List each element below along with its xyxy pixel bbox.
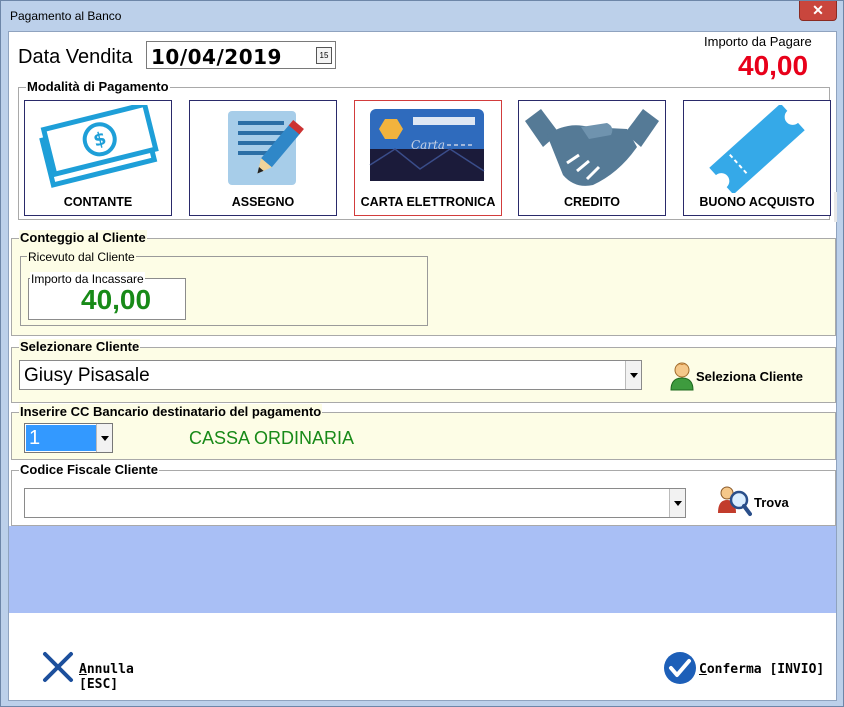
chevron-down-icon[interactable]: [669, 489, 685, 517]
importo-incassare-field[interactable]: Importo da Incassare 40,00: [28, 272, 186, 320]
carta-elettronica-button[interactable]: Carta CARTA ELETTRONICA: [354, 100, 502, 216]
annulla-label-rest: nnulla [ESC]: [79, 662, 134, 692]
cc-bancario-title: Inserire CC Bancario destinatario del pa…: [19, 404, 323, 419]
assegno-button[interactable]: ASSEGNO: [189, 100, 337, 216]
title-bar[interactable]: Pagamento al Banco ✕: [1, 1, 843, 31]
edge-strip: [834, 192, 837, 222]
conferma-label-rest: onferma [INVIO]: [706, 662, 825, 677]
data-vendita-value: 10/04/2019: [151, 45, 282, 69]
selezionare-cliente-group: Selezionare Cliente Giusy Pisasale Selez…: [11, 339, 836, 403]
selezionare-cliente-title: Selezionare Cliente: [19, 339, 141, 354]
payment-window: Pagamento al Banco ✕ Data Vendita 10/04/…: [0, 0, 844, 707]
conteggio-cliente-title: Conteggio al Cliente: [19, 230, 147, 245]
credit-card-icon: Carta: [369, 109, 485, 181]
contante-button[interactable]: $ CONTANTE: [24, 100, 172, 216]
trova-label: Trova: [754, 495, 789, 510]
check-icon: [664, 652, 696, 684]
codice-fiscale-title: Codice Fiscale Cliente: [19, 462, 159, 477]
calendar-icon[interactable]: 15: [316, 47, 332, 64]
importo-pagare-value: 40,00: [738, 50, 809, 81]
cc-select-value: 1: [26, 425, 96, 451]
svg-text:Carta: Carta: [411, 138, 445, 152]
buono-acquisto-button[interactable]: BUONO ACQUISTO: [683, 100, 831, 216]
annulla-label: Annulla [ESC]: [79, 662, 179, 692]
cc-bancario-group: Inserire CC Bancario destinatario del pa…: [11, 404, 836, 460]
cliente-select[interactable]: Giusy Pisasale: [19, 360, 642, 390]
trova-button[interactable]: Trova: [712, 482, 822, 518]
voucher-icon: [709, 105, 805, 193]
importo-pagare-label: Importo da Pagare: [704, 34, 812, 49]
conteggio-cliente-group: Conteggio al Cliente Ricevuto dal Client…: [11, 230, 836, 336]
seleziona-cliente-label: Seleziona Cliente: [696, 369, 803, 384]
cash-icon: $: [39, 105, 159, 188]
annulla-button[interactable]: Annulla [ESC]: [39, 650, 179, 692]
data-vendita-field[interactable]: 10/04/2019 15: [146, 41, 336, 69]
conferma-mnemonic: C: [699, 662, 707, 677]
buono-acquisto-label: BUONO ACQUISTO: [699, 195, 815, 209]
codice-fiscale-group: Codice Fiscale Cliente Trova: [11, 462, 836, 526]
conferma-button[interactable]: Conferma [INVIO]: [661, 650, 831, 686]
seleziona-cliente-button[interactable]: Seleziona Cliente: [660, 358, 830, 394]
data-vendita-label: Data Vendita: [18, 46, 133, 68]
cliente-select-value: Giusy Pisasale: [24, 365, 150, 386]
modalita-pagamento-title: Modalità di Pagamento: [26, 79, 170, 94]
handshake-icon: [525, 109, 659, 186]
close-button[interactable]: ✕: [799, 1, 837, 21]
cc-select[interactable]: 1: [24, 423, 113, 453]
user-icon: [670, 362, 694, 391]
ricevuto-cliente-label: Ricevuto dal Cliente: [27, 250, 136, 264]
contante-label: CONTANTE: [63, 195, 133, 209]
dialog-body: Data Vendita 10/04/2019 15 Importo da Pa…: [8, 31, 837, 701]
info-band: [9, 526, 836, 613]
modalita-pagamento-group: Modalità di Pagamento $ CONTANTE ASSEGNO…: [18, 79, 831, 220]
conferma-label: Conferma [INVIO]: [699, 662, 824, 677]
chevron-down-icon[interactable]: [625, 361, 641, 389]
assegno-label: ASSEGNO: [231, 195, 295, 209]
chevron-down-icon[interactable]: [96, 424, 112, 452]
carta-elettronica-label: CARTA ELETTRONICA: [360, 195, 496, 209]
annulla-mnemonic: A: [79, 662, 87, 677]
credito-label: CREDITO: [563, 195, 621, 209]
close-icon: [43, 652, 73, 682]
cc-description: CASSA ORDINARIA: [189, 428, 355, 448]
search-user-icon: [718, 486, 752, 516]
credito-button[interactable]: CREDITO: [518, 100, 666, 216]
importo-incassare-value: 40,00: [81, 284, 152, 315]
codice-fiscale-select[interactable]: [24, 488, 686, 518]
cheque-icon: [228, 111, 304, 185]
ricevuto-cliente-group: Ricevuto dal Cliente Importo da Incassar…: [20, 250, 428, 326]
window-title: Pagamento al Banco: [10, 9, 122, 23]
